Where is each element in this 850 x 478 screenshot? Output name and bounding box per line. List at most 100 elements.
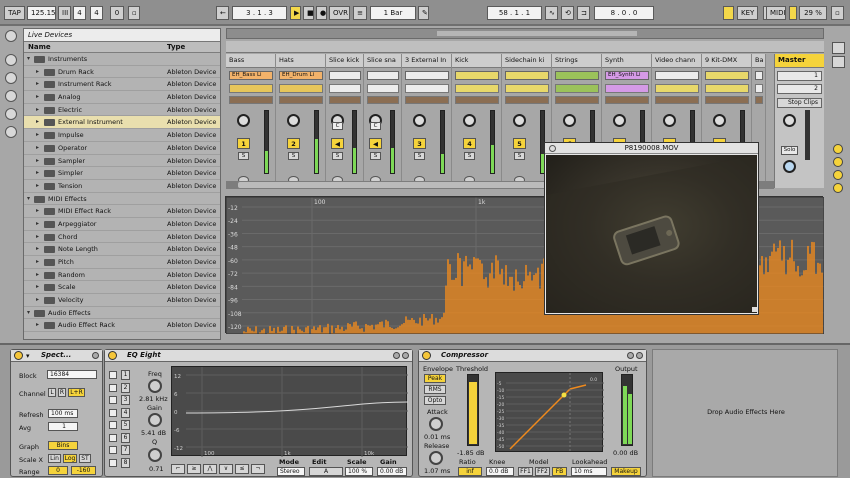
track-name[interactable]: Strings bbox=[552, 54, 601, 68]
draw-pencil-icon[interactable]: ✎ bbox=[418, 6, 429, 20]
track-name[interactable]: Slice kick bbox=[326, 54, 363, 68]
volume-meter[interactable] bbox=[264, 110, 269, 174]
volume-meter[interactable] bbox=[390, 110, 395, 174]
band-toggle-checkbox[interactable] bbox=[109, 383, 117, 392]
expand-arrow-icon[interactable]: ▸ bbox=[36, 269, 39, 281]
eq-delete-icon[interactable] bbox=[402, 352, 409, 359]
expand-arrow-icon[interactable]: ▾ bbox=[27, 307, 30, 319]
browser-row[interactable]: ▸ Arpeggiator Ableton Device bbox=[24, 218, 220, 231]
clip-slot[interactable] bbox=[329, 71, 361, 80]
scale-field[interactable]: 100 % bbox=[345, 467, 373, 476]
band-number-button[interactable]: 5 bbox=[121, 420, 130, 430]
speaker-icon[interactable]: ◀ bbox=[331, 138, 344, 149]
tempo-sync-button[interactable]: III bbox=[58, 6, 71, 20]
expand-arrow-icon[interactable]: ▸ bbox=[36, 231, 39, 243]
ff1-button[interactable]: FF1 bbox=[518, 467, 533, 476]
io-toggle-icon[interactable] bbox=[833, 144, 843, 154]
band-toggle-checkbox[interactable] bbox=[109, 446, 117, 454]
overview-bar[interactable] bbox=[226, 28, 824, 39]
filter-type-button[interactable]: ¬ bbox=[251, 464, 265, 474]
output-value[interactable]: 0.00 dB bbox=[613, 449, 638, 457]
tempo-field[interactable]: 125.15 bbox=[27, 6, 56, 20]
clip-slot[interactable] bbox=[755, 71, 763, 80]
clip-slot[interactable] bbox=[405, 71, 449, 80]
clip-slot[interactable]: EH_Drum Li bbox=[279, 71, 323, 80]
clip-slot-2[interactable] bbox=[455, 84, 499, 93]
video-titlebar[interactable]: P8190008.MOV bbox=[545, 143, 758, 154]
sends-toggle-icon[interactable] bbox=[833, 157, 843, 167]
scalex-log-button[interactable]: Log bbox=[63, 454, 77, 463]
pan-knob[interactable] bbox=[563, 114, 576, 127]
mixer-scroll-thumb[interactable] bbox=[238, 182, 548, 188]
track-name[interactable]: Hats bbox=[276, 54, 325, 68]
clip-slot[interactable] bbox=[555, 71, 599, 80]
file-browser-1-icon[interactable] bbox=[5, 90, 17, 102]
master-solo-button[interactable]: Solo bbox=[781, 146, 798, 155]
channel-lr-button[interactable]: L+R bbox=[68, 388, 85, 397]
clip-slot-2[interactable] bbox=[367, 84, 399, 93]
track-activator[interactable]: 2 bbox=[287, 138, 300, 149]
compressor-transfer-display[interactable]: -5 -10 -15 -20 -25 -30 -35 -40 -45 -50 0.0 bbox=[495, 372, 604, 453]
expand-arrow-icon[interactable]: ▸ bbox=[36, 66, 39, 78]
output-meter[interactable] bbox=[621, 374, 633, 446]
expand-arrow-icon[interactable]: ▸ bbox=[36, 281, 39, 293]
band-number-button[interactable]: 2 bbox=[121, 382, 130, 393]
expand-arrow-icon[interactable]: ▸ bbox=[36, 167, 39, 179]
filter-type-button[interactable]: ⋀ bbox=[203, 464, 217, 474]
expand-arrow-icon[interactable]: ▸ bbox=[36, 91, 39, 103]
collapse-browser-icon[interactable] bbox=[5, 30, 17, 42]
browser-row[interactable]: ▸ Chord Ableton Device bbox=[24, 231, 220, 244]
track-name[interactable]: 3 External In bbox=[402, 54, 451, 68]
rms-button[interactable]: RMS bbox=[424, 385, 446, 394]
master-pan-knob[interactable] bbox=[783, 114, 796, 127]
clip-slot[interactable] bbox=[367, 71, 399, 80]
track-activator[interactable]: 3 bbox=[413, 138, 426, 149]
release-knob[interactable] bbox=[429, 451, 443, 465]
loop-length-field[interactable]: 8 . 0 . 0 bbox=[594, 6, 654, 20]
knee-field[interactable]: 0.0 dB bbox=[486, 467, 514, 476]
compressor-hot-swap-icon[interactable] bbox=[627, 352, 634, 359]
release-value[interactable]: 1.07 ms bbox=[424, 467, 450, 475]
solo-button[interactable]: S bbox=[464, 152, 475, 160]
metronome-zero-field[interactable]: 0 bbox=[110, 6, 124, 20]
expand-arrow-icon[interactable]: ▸ bbox=[36, 180, 39, 192]
pan-knob[interactable] bbox=[713, 114, 726, 127]
opto-button[interactable]: Opto bbox=[424, 396, 446, 405]
mode-select[interactable]: Stereo bbox=[277, 467, 305, 476]
compressor-power-icon[interactable] bbox=[422, 351, 431, 360]
gain-knob[interactable] bbox=[148, 413, 162, 427]
browser-row[interactable]: ▸ Instrument Rack Ableton Device bbox=[24, 78, 220, 92]
spectrum-device-header[interactable]: ▾ Spect... bbox=[11, 350, 102, 362]
solo-button[interactable]: S bbox=[288, 152, 299, 160]
browser-category[interactable]: ▾ Instruments bbox=[24, 53, 220, 66]
graph-mode-button[interactable]: Bins bbox=[48, 441, 78, 450]
clip-slot-2[interactable] bbox=[329, 84, 361, 93]
clip-slot[interactable]: EH_Synth Li bbox=[605, 71, 649, 80]
returns-toggle-icon[interactable] bbox=[833, 170, 843, 180]
clip-slot-2[interactable] bbox=[755, 84, 763, 93]
q-value[interactable]: 0.71 bbox=[149, 465, 163, 473]
follow-icon[interactable]: ▫ bbox=[128, 6, 140, 20]
pan-knob[interactable] bbox=[513, 114, 526, 127]
scene-1-launch[interactable]: 1 bbox=[777, 71, 822, 81]
quantize-icon[interactable]: ≡ bbox=[353, 6, 367, 20]
solo-button[interactable]: S bbox=[514, 152, 525, 160]
freq-knob[interactable] bbox=[148, 379, 162, 393]
pan-knob[interactable] bbox=[287, 114, 300, 127]
browser-row[interactable]: ▸ Impulse Ableton Device bbox=[24, 129, 220, 142]
clip-mode-button[interactable]: C bbox=[332, 122, 343, 130]
browser-row[interactable]: ▸ External Instrument Ableton Device bbox=[24, 116, 220, 130]
scalex-st-button[interactable]: ST bbox=[79, 454, 91, 463]
back-arrow-icon[interactable]: ← bbox=[216, 6, 229, 20]
track-name[interactable]: Kick bbox=[452, 54, 501, 68]
clip-slot-2[interactable] bbox=[405, 84, 449, 93]
pan-knob[interactable] bbox=[663, 114, 676, 127]
expand-arrow-icon[interactable]: ▸ bbox=[36, 116, 39, 128]
band-toggle-checkbox[interactable] bbox=[109, 433, 117, 442]
solo-button[interactable]: S bbox=[238, 152, 249, 160]
track-name[interactable]: Video chann bbox=[652, 54, 701, 68]
band-number-button[interactable]: 7 bbox=[121, 445, 130, 455]
track-name[interactable]: Slice sna bbox=[364, 54, 401, 68]
ff2-button[interactable]: FF2 bbox=[535, 467, 550, 476]
pan-knob[interactable] bbox=[613, 114, 626, 127]
